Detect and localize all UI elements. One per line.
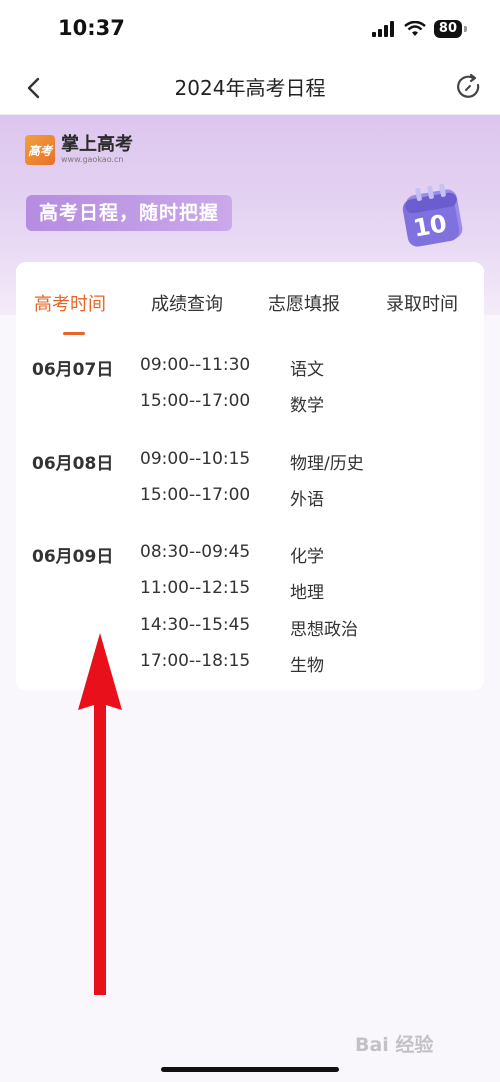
- session-time: 15:00--17:00: [140, 485, 251, 505]
- refresh-button[interactable]: [454, 72, 484, 102]
- day-date: 06月07日: [32, 360, 114, 380]
- logo-url: www.gaokao.cn: [61, 155, 124, 164]
- status-icons: 80: [371, 20, 468, 38]
- day-date: 06月09日: [32, 547, 114, 567]
- home-indicator[interactable]: [161, 1067, 339, 1072]
- session-time: 09:00--10:15: [140, 449, 251, 469]
- logo-text: 掌上高考 www.gaokao.cn: [61, 135, 133, 165]
- tab-bar: 高考时间 成绩查询 志愿填报 录取时间: [16, 262, 484, 337]
- active-tab-indicator: [63, 332, 85, 335]
- session-subject: 物理/历史: [290, 454, 364, 474]
- signal-icon: [371, 21, 394, 37]
- session-time: 15:00--17:00: [140, 391, 251, 411]
- session-subject: 地理: [290, 583, 324, 603]
- refresh-icon: [457, 73, 480, 98]
- tab-score-query[interactable]: 成绩查询: [151, 290, 223, 316]
- calendar-icon: 10: [402, 183, 463, 247]
- session-subject: 外语: [290, 490, 324, 510]
- nav-bar: 2024年高考日程: [0, 62, 500, 115]
- logo-name: 掌上高考: [61, 134, 133, 155]
- session-subject: 化学: [290, 547, 324, 567]
- session-subject: 生物: [290, 656, 324, 676]
- day-date: 06月08日: [32, 454, 114, 474]
- session-time: 14:30--15:45: [140, 615, 251, 635]
- tab-exam-time[interactable]: 高考时间: [34, 290, 106, 316]
- tab-admission-time[interactable]: 录取时间: [386, 290, 458, 316]
- session-time: 17:00--18:15: [140, 651, 251, 671]
- session-subject: 语文: [290, 360, 324, 380]
- app-logo: 高考 掌上高考 www.gaokao.cn: [25, 135, 133, 165]
- session-time: 11:00--12:15: [140, 578, 251, 598]
- battery-indicator: 80: [433, 20, 468, 38]
- calendar-number: 10: [411, 209, 449, 242]
- logo-badge: 高考: [25, 135, 55, 165]
- session-subject: 数学: [290, 396, 324, 416]
- session-subject: 思想政治: [290, 620, 358, 640]
- arrow-up-icon: [78, 633, 122, 995]
- page-title: 2024年高考日程: [174, 76, 326, 100]
- watermark-logo: Bai 经验: [355, 1034, 434, 1056]
- status-time: 10:37: [58, 16, 125, 40]
- tab-application[interactable]: 志愿填报: [268, 290, 340, 316]
- wifi-icon: [404, 21, 426, 36]
- slogan-banner: 高考日程，随时把握: [26, 195, 233, 231]
- status-bar: 10:37 80: [0, 0, 500, 62]
- session-time: 09:00--11:30: [140, 355, 251, 375]
- session-time: 08:30--09:45: [140, 542, 251, 562]
